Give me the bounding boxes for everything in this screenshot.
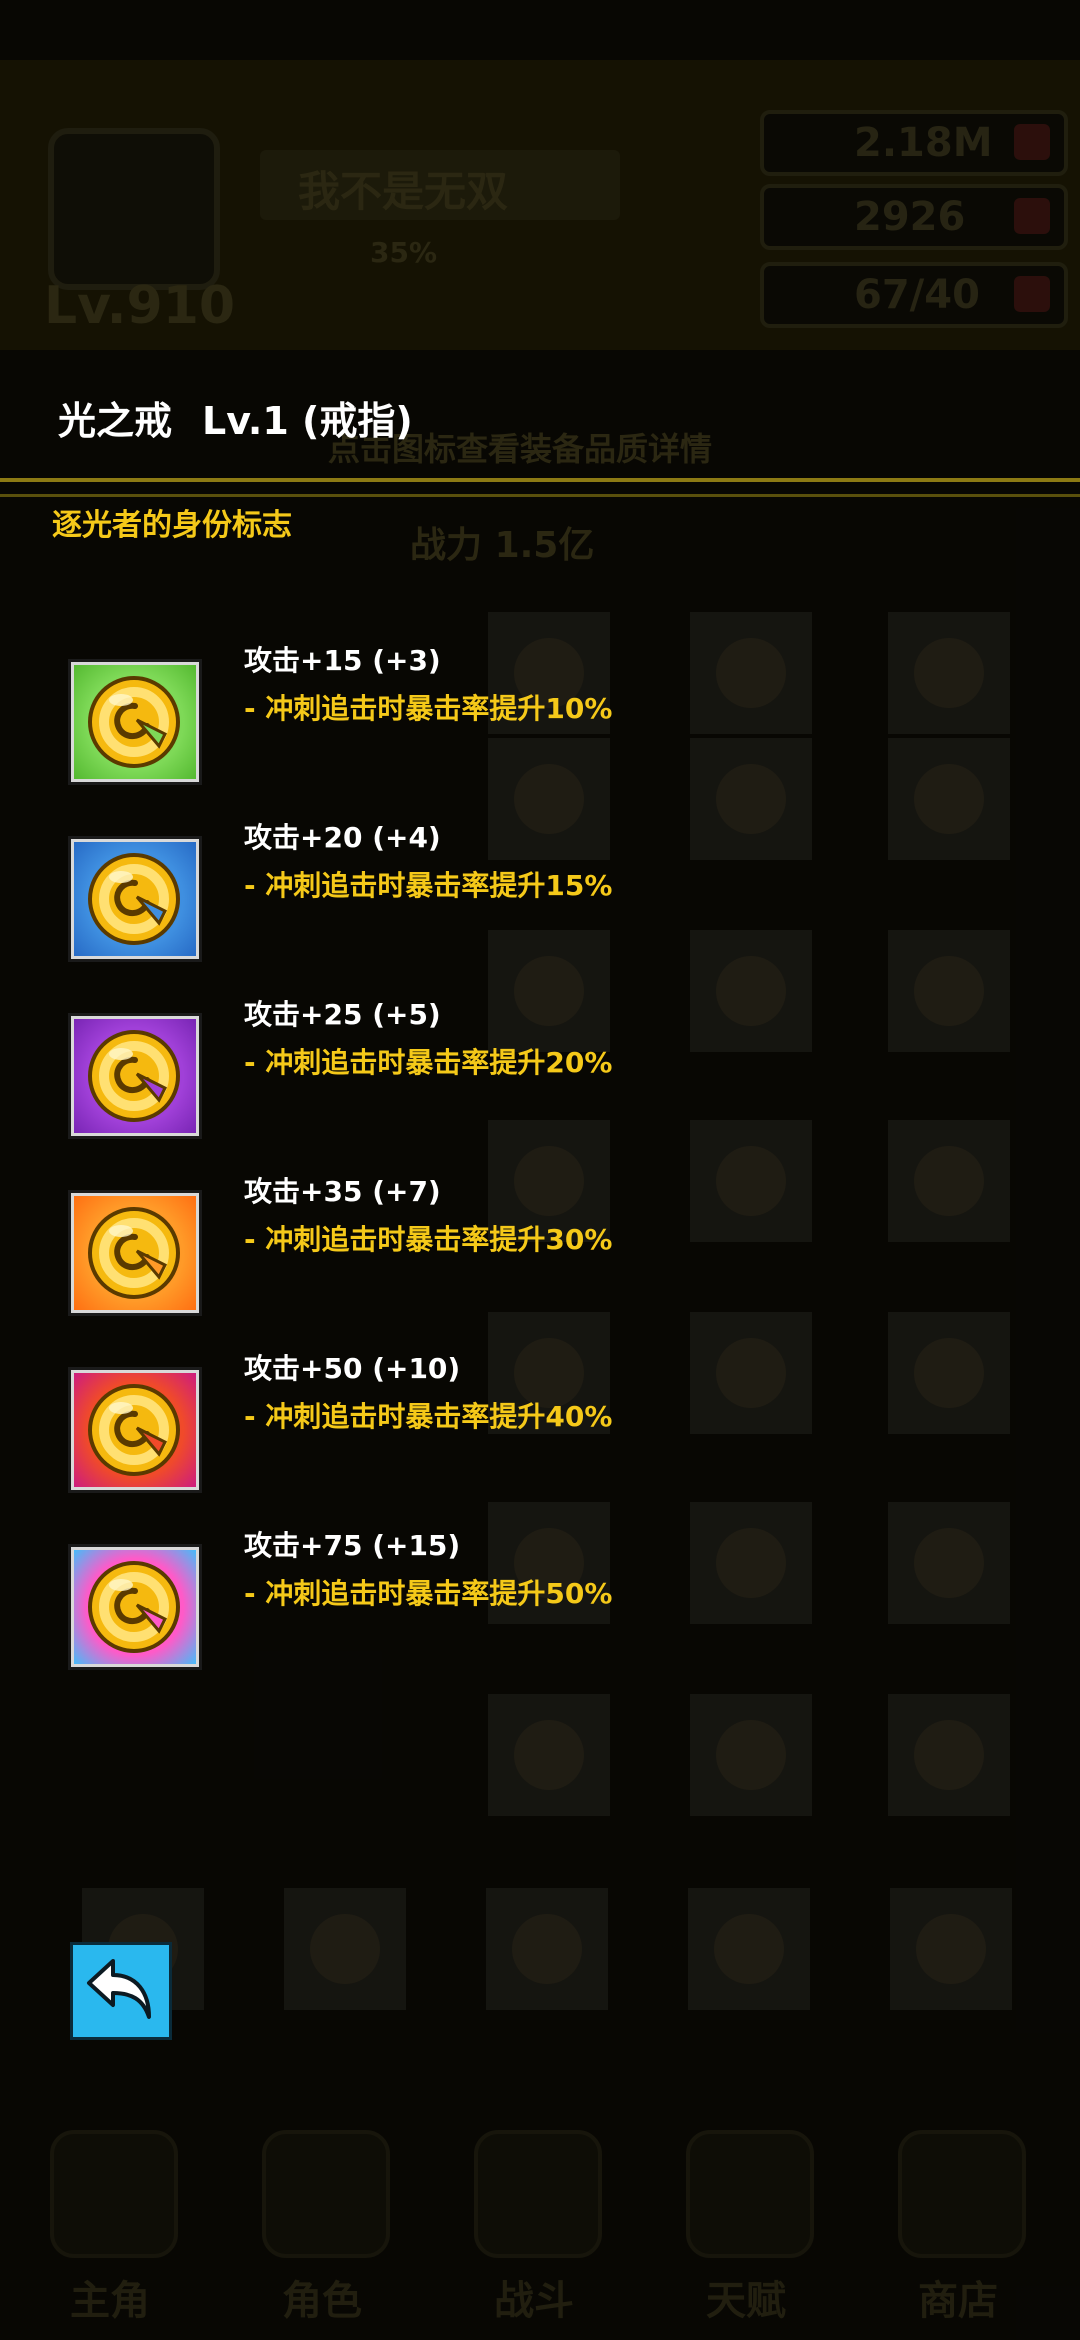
quality-icon-frame[interactable]	[68, 1013, 202, 1139]
item-level: Lv.1	[202, 399, 289, 443]
quality-list[interactable]: 攻击+10 (+2)- 冲刺追击时暴击率提升5% 攻击+15 (+3) - 冲刺追击…	[0, 612, 1080, 1852]
quality-icon-frame[interactable]	[68, 1190, 202, 1316]
quality-row: 攻击+50 (+10) - 冲刺追击时暴击率提升40%	[0, 1347, 1080, 1517]
golden-ring-icon	[88, 1030, 180, 1122]
back-button[interactable]	[70, 1942, 172, 2040]
attack-value: 攻击+50	[244, 1352, 363, 1385]
quality-effect: - 冲刺追击时暴击率提升20%	[244, 1046, 613, 1079]
quality-icon-frame[interactable]	[68, 659, 202, 785]
golden-ring-icon	[88, 1561, 180, 1653]
quality-stat: 攻击+75 (+15)	[244, 1524, 460, 1564]
attack-bonus: (+15)	[372, 1529, 461, 1562]
attack-value: 攻击+25	[244, 998, 363, 1031]
attack-value: 攻击+35	[244, 1175, 363, 1208]
quality-stat: 攻击+35 (+7)	[244, 1170, 441, 1210]
attack-value: 攻击+15	[244, 644, 363, 677]
attack-bonus: (+7)	[372, 1175, 441, 1208]
quality-row: 攻击+35 (+7) - 冲刺追击时暴击率提升30%	[0, 1170, 1080, 1340]
quality-stat: 攻击+20 (+4)	[244, 816, 441, 856]
quality-stat: 攻击+15 (+3)	[244, 639, 441, 679]
title-divider-thin	[0, 494, 1080, 497]
quality-effect: - 冲刺追击时暴击率提升10%	[244, 692, 613, 725]
golden-ring-icon	[88, 1207, 180, 1299]
item-name: 光之戒	[58, 399, 173, 443]
quality-effect: - 冲刺追击时暴击率提升30%	[244, 1223, 613, 1256]
attack-bonus: (+4)	[372, 821, 441, 854]
quality-effect: - 冲刺追击时暴击率提升50%	[244, 1577, 613, 1610]
quality-row: 攻击+10 (+2)- 冲刺追击时暴击率提升5%	[0, 612, 1080, 632]
item-title: 光之戒 Lv.1 (戒指)	[58, 390, 413, 445]
back-arrow-icon	[87, 1959, 151, 2019]
quality-row: 攻击+75 (+15) - 冲刺追击时暴击率提升50%	[0, 1524, 1080, 1694]
quality-stat: 攻击+25 (+5)	[244, 993, 441, 1033]
attack-bonus: (+3)	[372, 644, 441, 677]
quality-effect: - 冲刺追击时暴击率提升40%	[244, 1400, 613, 1433]
quality-row: 攻击+15 (+3) - 冲刺追击时暴击率提升10%	[0, 639, 1080, 809]
title-divider	[0, 478, 1080, 482]
attack-value: 攻击+75	[244, 1529, 363, 1562]
golden-ring-icon	[88, 853, 180, 945]
item-type: (戒指)	[302, 399, 413, 443]
golden-ring-icon	[88, 676, 180, 768]
item-description: 逐光者的身份标志	[52, 508, 292, 543]
quality-effect: - 冲刺追击时暴击率提升15%	[244, 869, 613, 902]
quality-row: 攻击+25 (+5) - 冲刺追击时暴击率提升20%	[0, 993, 1080, 1163]
attack-bonus: (+5)	[372, 998, 441, 1031]
attack-bonus: (+10)	[372, 1352, 461, 1385]
quality-row: 攻击+20 (+4) - 冲刺追击时暴击率提升15%	[0, 816, 1080, 986]
quality-icon-frame[interactable]	[68, 836, 202, 962]
golden-ring-icon	[88, 1384, 180, 1476]
quality-icon-frame[interactable]	[68, 1544, 202, 1670]
quality-stat: 攻击+50 (+10)	[244, 1347, 460, 1387]
quality-icon-frame[interactable]	[68, 1367, 202, 1493]
attack-value: 攻击+20	[244, 821, 363, 854]
